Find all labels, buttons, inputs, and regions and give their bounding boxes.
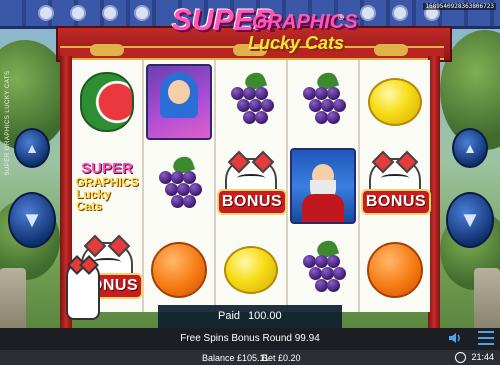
girl-portrait-icon [146,64,212,140]
game-logo: SUPER GRAPHICS Lucky Cats ® [168,4,358,66]
warrior-portrait-icon [290,148,356,224]
bet-text: Bet £0.20 [262,353,301,363]
reel-2 [144,60,216,312]
game-session-id: 1689540928363806723 [423,3,496,10]
down-arrow-icon: ▼ [459,207,481,232]
symbol-grapes [288,60,358,144]
watermelon-icon [80,72,134,132]
roof-ornament [38,5,54,21]
symbol-blue-haired-girl [144,60,214,144]
win-panel: Paid 100.00 [158,305,342,329]
lemon-icon [368,78,422,126]
up-arrow-icon: ▲ [25,140,39,156]
symbol-grapes [288,228,358,312]
reel-down-arrow-right-button[interactable]: ▼ [446,192,494,248]
down-arrow-icon: ▼ [21,207,43,232]
symbol-orange [144,228,214,312]
logo-symbol: SUPER GRAPHICS Lucky Cats [75,155,139,217]
lemon-icon [224,246,278,294]
paid-label: Paid [218,310,241,322]
reel-up-arrow-right-button[interactable]: ▲ [452,128,488,168]
reel-up-arrow-left-button[interactable]: ▲ [14,128,50,168]
reel-window: SUPER GRAPHICS Lucky Cats BONUS BONUS BO… [72,60,431,312]
footer-bar: Balance £105.11 Bet £0.20 21:44 [0,350,500,365]
logo-symbol-super: SUPER [81,159,133,177]
roof-ornament [134,5,150,21]
roof-ornament [70,5,86,21]
symbol-grapes [216,60,286,144]
symbol-lemon [360,60,430,144]
sound-toggle-button[interactable] [447,330,463,346]
up-arrow-icon: ▲ [463,140,477,156]
speaker-icon [449,333,460,343]
beam-ornament [374,44,408,56]
grapes-icon [293,238,353,301]
logo-symbol-graphics: GRAPHICS [75,174,139,189]
bonus-label: BONUS [361,189,431,215]
reel-3: BONUS [216,60,288,312]
free-spins-status: Free Spins Bonus Round 99.94 [180,333,320,344]
game-scene: SUPER GRAPHICS Lucky Cats BONUS BONUS BO… [0,0,500,365]
roof-ornament [392,5,408,21]
paid-value: 100.00 [248,310,282,322]
symbol-watermelon [72,60,142,144]
logo-trademark: ® [338,13,344,22]
menu-line [478,331,494,333]
roof-ornament [102,5,118,21]
symbol-lucky-cat-bonus: BONUS [360,144,431,228]
bonus-label: BONUS [217,189,287,215]
orange-icon [151,242,207,298]
stone-lantern-right [474,268,500,328]
reel-5: BONUS [360,60,431,312]
status-bar: Free Spins Bonus Round 99.94 [0,328,500,350]
symbol-orange [360,228,430,312]
symbol-warrior [288,144,358,228]
symbol-lucky-cat-bonus: BONUS [216,144,287,228]
stone-lantern-left [0,268,26,328]
reel-down-arrow-left-button[interactable]: ▼ [8,192,56,248]
lucky-cat-mascot [66,255,100,320]
orange-icon [367,242,423,298]
menu-line [478,337,494,339]
symbol-grapes [144,144,214,228]
balance-text: Balance £105.11 [202,353,269,363]
menu-button[interactable] [478,331,494,345]
clock-icon [455,352,466,363]
symbol-logo: SUPER GRAPHICS Lucky Cats [72,144,142,228]
logo-symbol-lucky-cats: Lucky Cats [76,186,111,213]
symbol-lemon [216,228,286,312]
reel-4 [288,60,360,312]
beam-ornament [90,44,124,56]
game-title-vertical: SUPER GRAPHICS LUCKY CATS [5,70,11,176]
clock-time: 21:44 [471,352,494,362]
menu-line [478,343,494,345]
roof-ornament [360,5,376,21]
grapes-icon [221,70,281,133]
grapes-icon [293,70,353,133]
grapes-icon [149,154,209,217]
logo-lucky-cats-text: Lucky Cats [248,33,345,53]
